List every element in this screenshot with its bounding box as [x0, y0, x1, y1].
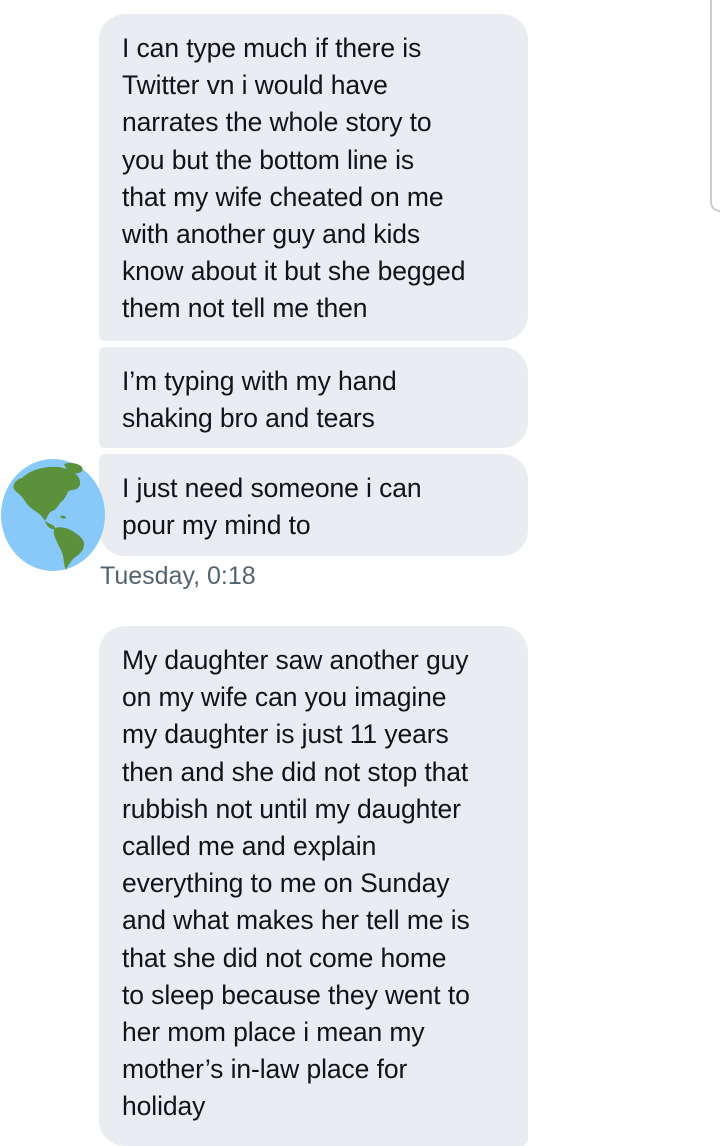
- message-timestamp: Tuesday, 0:18: [100, 562, 256, 590]
- message-bubble[interactable]: I can type much if there is Twitter vn i…: [99, 14, 528, 341]
- sender-avatar[interactable]: [0, 458, 106, 573]
- scrollbar-edge[interactable]: [710, 0, 720, 212]
- message-bubble[interactable]: My daughter saw another guy on my wife c…: [99, 626, 528, 1146]
- message-bubble[interactable]: I just need someone i can pour my mind t…: [99, 454, 528, 556]
- message-bubble[interactable]: I’m typing with my hand shaking bro and …: [99, 347, 528, 448]
- globe-americas-icon: [1, 459, 105, 571]
